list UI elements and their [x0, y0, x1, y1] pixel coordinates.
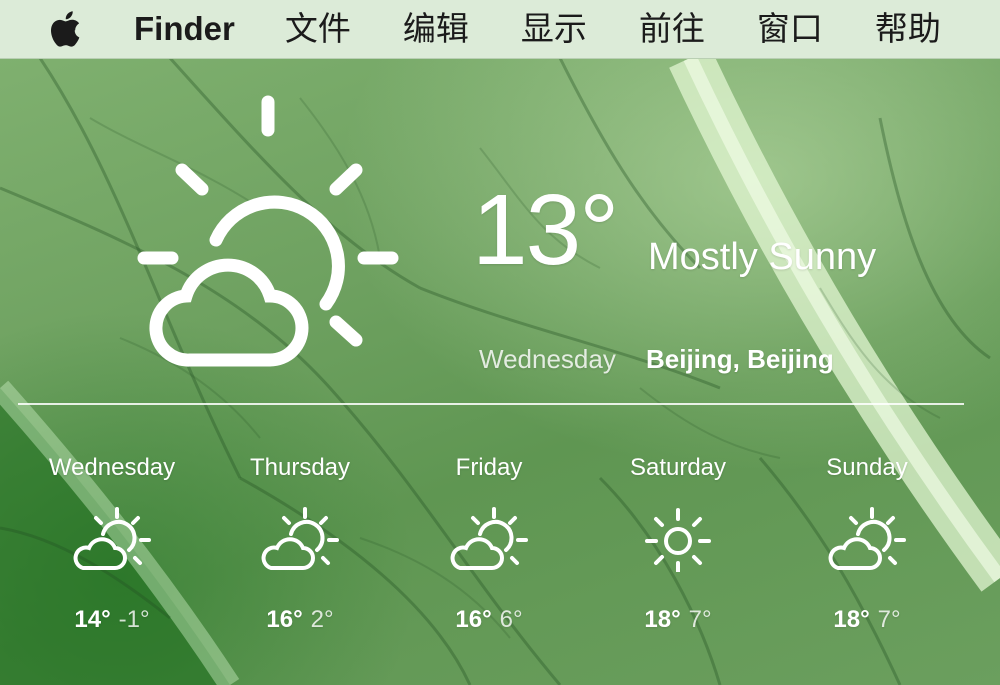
forecast-low: -1°: [118, 606, 150, 633]
forecast-high: 16°: [455, 606, 492, 633]
forecast-low: 7°: [688, 606, 712, 633]
partly-sunny-icon: [828, 507, 906, 570]
current-location[interactable]: Beijing, Beijing: [646, 344, 834, 375]
current-day: Wednesday: [479, 344, 616, 374]
desktop-screen: Finder 文件 编辑 显示 前往 窗口 帮助 13° Mostly Sunn…: [0, 0, 1000, 685]
forecast-day: Saturday 18° 7°: [578, 456, 778, 634]
menu-view[interactable]: 显示: [521, 0, 587, 58]
menu-file[interactable]: 文件: [285, 0, 351, 58]
forecast-row: Wednesday 14° -1° Thursday 16° 2° Friday…: [0, 456, 1000, 656]
menu-go[interactable]: 前往: [639, 0, 705, 58]
forecast-day-name: Sunday: [826, 454, 908, 481]
partly-sunny-icon: [73, 507, 151, 570]
partly-sunny-icon: [137, 95, 399, 367]
forecast-day-name: Friday: [455, 454, 523, 481]
menu-bar: Finder 文件 编辑 显示 前往 窗口 帮助: [0, 0, 1000, 59]
menu-edit[interactable]: 编辑: [403, 0, 469, 58]
forecast-low: 2°: [310, 606, 334, 633]
current-temperature: 13°: [472, 174, 619, 286]
forecast-temps: 16° 2°: [200, 606, 400, 634]
forecast-temps: 16° 6°: [389, 606, 589, 634]
forecast-high: 18°: [644, 606, 681, 633]
partly-sunny-icon: [261, 507, 339, 570]
menu-app-finder[interactable]: Finder: [134, 0, 235, 58]
forecast-temps: 18° 7°: [767, 606, 967, 634]
forecast-day: Wednesday 14° -1°: [12, 456, 212, 634]
forecast-low: 7°: [877, 606, 901, 633]
apple-logo-icon[interactable]: [44, 7, 84, 51]
forecast-day: Sunday 18° 7°: [767, 456, 967, 634]
divider: [18, 403, 964, 405]
forecast-day-name: Wednesday: [48, 454, 176, 481]
weather-widget: 13° Mostly Sunny Wednesday Beijing, Beij…: [0, 58, 1000, 685]
menu-help[interactable]: 帮助: [875, 0, 941, 58]
menu-window[interactable]: 窗口: [757, 0, 823, 58]
current-condition: Mostly Sunny: [648, 236, 877, 278]
forecast-day-name: Saturday: [629, 454, 727, 481]
forecast-high: 18°: [833, 606, 870, 633]
forecast-high: 14°: [74, 606, 111, 633]
forecast-temps: 18° 7°: [578, 606, 778, 634]
forecast-high: 16°: [266, 606, 303, 633]
forecast-day: Thursday 16° 2°: [200, 456, 400, 634]
partly-sunny-icon: [450, 507, 528, 570]
forecast-temps: 14° -1°: [12, 606, 212, 634]
forecast-day-name: Thursday: [249, 454, 351, 481]
forecast-low: 6°: [499, 606, 523, 633]
sunny-icon: [645, 508, 711, 572]
forecast-day: Friday 16° 6°: [389, 456, 589, 634]
